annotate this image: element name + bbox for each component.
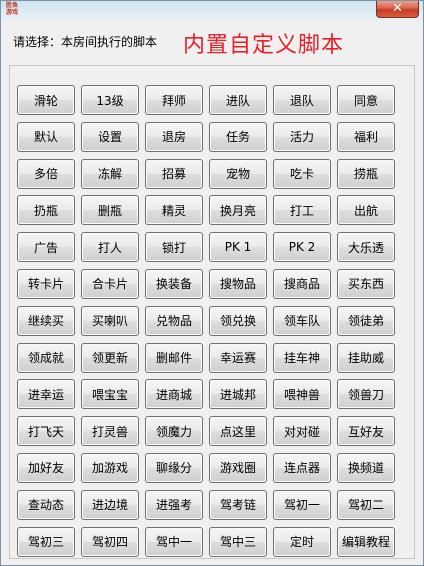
script-button[interactable]: 广告 xyxy=(17,232,75,263)
script-button[interactable]: 加游戏 xyxy=(81,452,139,483)
script-button[interactable]: 大乐透 xyxy=(337,232,395,263)
script-button[interactable]: 删邮件 xyxy=(145,342,203,373)
script-button[interactable]: 驾初一 xyxy=(273,489,331,520)
script-button[interactable]: 驾初三 xyxy=(17,526,75,557)
script-button[interactable]: 冻解 xyxy=(81,158,139,189)
script-button[interactable]: 编辑教程 xyxy=(337,526,395,557)
script-button[interactable]: 吃卡 xyxy=(273,158,331,189)
script-button[interactable]: 多倍 xyxy=(17,158,75,189)
script-button[interactable]: 捞瓶 xyxy=(337,158,395,189)
script-button[interactable]: 买东西 xyxy=(337,268,395,299)
script-button[interactable]: 扔瓶 xyxy=(17,195,75,226)
script-button[interactable]: 加好友 xyxy=(17,452,75,483)
script-button[interactable]: 活力 xyxy=(273,121,331,152)
script-button-grid: 滑轮 13级 拜师 进队 退队 同意 默认 设置 退房 任务 活力 福利 多倍 冻解 招募 宠物 吃卡 捞瓶 扔瓶删… xyxy=(17,85,395,557)
script-button[interactable]: 游戏圈 xyxy=(209,452,267,483)
script-button[interactable]: 驾中一 xyxy=(145,526,203,557)
script-button[interactable]: 点这里 xyxy=(209,416,267,447)
script-button[interactable]: 设置 xyxy=(81,121,139,152)
script-button[interactable]: 定时 xyxy=(273,526,331,557)
script-button[interactable]: 进商城 xyxy=(145,379,203,410)
script-button[interactable]: 领徒弟 xyxy=(337,305,395,336)
script-button[interactable]: 买喇叭 xyxy=(81,305,139,336)
script-button[interactable]: 幸运赛 xyxy=(209,342,267,373)
script-button[interactable]: 领更新 xyxy=(81,342,139,373)
script-button[interactable]: 领兑换 xyxy=(209,305,267,336)
script-button[interactable]: 进强考 xyxy=(145,489,203,520)
script-button[interactable]: 搜商品 xyxy=(273,268,331,299)
script-button[interactable]: 领魔力 xyxy=(145,416,203,447)
page-title: 内置自定义脚本 xyxy=(183,33,345,58)
script-button[interactable]: 挂车神 xyxy=(273,342,331,373)
script-window: 胜鱼 游戏 ✕ 请选择：本房间执行的脚本 内置自定义脚本 滑轮 13级 拜师 进队 退队同… xyxy=(0,0,424,566)
script-button[interactable]: 精灵 xyxy=(145,195,203,226)
script-button[interactable]: 领成就 xyxy=(17,342,75,373)
script-button[interactable]: 换频道 xyxy=(337,452,395,483)
script-button[interactable]: 驾考链 xyxy=(209,489,267,520)
script-button[interactable]: 删瓶 xyxy=(81,195,139,226)
script-button[interactable]: 退房 xyxy=(145,121,203,152)
script-button[interactable]: 对对碰 xyxy=(273,416,331,447)
title-bar[interactable]: 胜鱼 游戏 ✕ xyxy=(1,1,423,21)
app-logo-icon: 胜鱼 游戏 xyxy=(5,2,18,16)
script-button[interactable]: 喂宝宝 xyxy=(81,379,139,410)
script-button[interactable]: 进幸运 xyxy=(17,379,75,410)
script-button[interactable]: 宠物 xyxy=(209,158,267,189)
script-button[interactable]: 领车队 xyxy=(273,305,331,336)
script-button[interactable]: 兑物品 xyxy=(145,305,203,336)
script-button[interactable]: 默认 xyxy=(17,121,75,152)
close-button[interactable]: ✕ xyxy=(376,1,419,18)
script-button[interactable]: 滑轮 xyxy=(17,85,75,115)
script-button[interactable]: 领兽刀 xyxy=(337,379,395,410)
script-button[interactable]: 出航 xyxy=(337,195,395,226)
script-button[interactable]: 福利 xyxy=(337,121,395,152)
script-button[interactable]: 驾初二 xyxy=(337,489,395,520)
script-button[interactable]: 打工 xyxy=(273,195,331,226)
script-button[interactable]: 进边境 xyxy=(81,489,139,520)
script-button[interactable]: PK 1 xyxy=(209,232,267,263)
script-button[interactable]: 驾中三 xyxy=(209,526,267,557)
script-button[interactable]: 互好友 xyxy=(337,416,395,447)
script-button[interactable]: 转卡片 xyxy=(17,268,75,299)
script-button[interactable]: 13级 xyxy=(81,85,139,115)
script-button[interactable]: 打飞天 xyxy=(17,416,75,447)
script-button[interactable]: 进队 xyxy=(209,85,267,115)
script-button[interactable]: 进城邦 xyxy=(209,379,267,410)
script-button[interactable]: 搜物品 xyxy=(209,268,267,299)
script-button[interactable]: 退队 xyxy=(273,85,331,115)
script-button-panel: 滑轮 13级 拜师 进队 退队 同意 默认 设置 退房 任务 活力 福利 多倍 冻解 招募 宠物 吃卡 捞瓶 扔瓶删… xyxy=(9,65,415,559)
script-button[interactable]: PK 2 xyxy=(273,232,331,263)
script-button[interactable]: 合卡片 xyxy=(81,268,139,299)
script-button[interactable]: 拜师 xyxy=(145,85,203,115)
script-button[interactable]: 招募 xyxy=(145,158,203,189)
prompt-label: 请选择：本房间执行的脚本 xyxy=(13,35,158,49)
script-button[interactable]: 换月亮 xyxy=(209,195,267,226)
script-button[interactable]: 任务 xyxy=(209,121,267,152)
client-area: 请选择：本房间执行的脚本 内置自定义脚本 滑轮 13级 拜师 进队 退队 同意默认 设置 退房… xyxy=(5,23,419,563)
script-button[interactable]: 驾初四 xyxy=(81,526,139,557)
script-button[interactable]: 聊缘分 xyxy=(145,452,203,483)
script-button[interactable]: 喂神兽 xyxy=(273,379,331,410)
script-button[interactable]: 挂助威 xyxy=(337,342,395,373)
script-button[interactable]: 换装备 xyxy=(145,268,203,299)
script-button[interactable]: 连点器 xyxy=(273,452,331,483)
script-button[interactable]: 继续买 xyxy=(17,305,75,336)
script-button[interactable]: 打灵兽 xyxy=(81,416,139,447)
script-button[interactable]: 锁打 xyxy=(145,232,203,263)
script-button[interactable]: 查动态 xyxy=(17,489,75,520)
script-button[interactable]: 同意 xyxy=(337,85,395,115)
script-button[interactable]: 打人 xyxy=(81,232,139,263)
